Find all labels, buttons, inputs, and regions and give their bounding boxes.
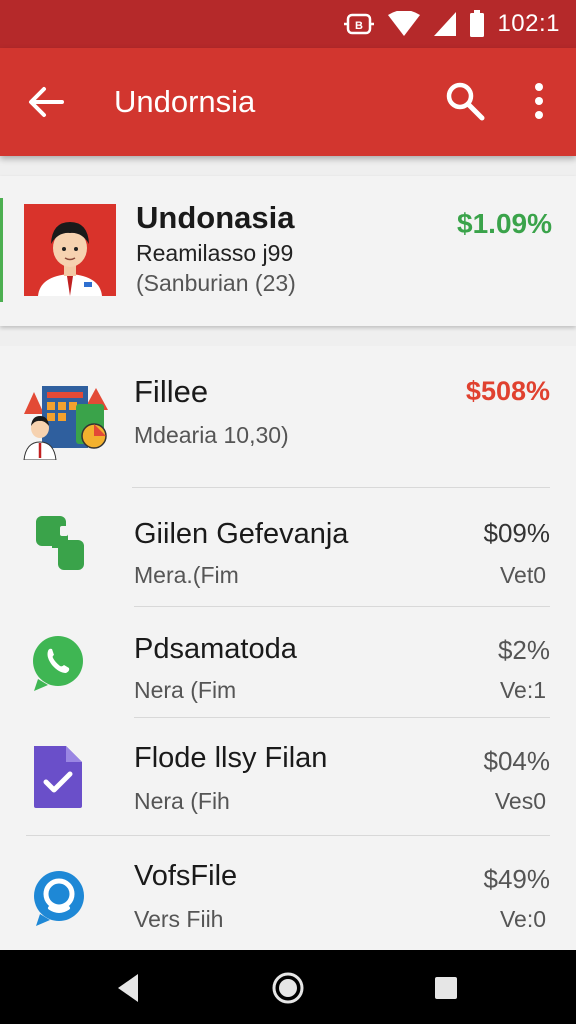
item-price: $508% [465,376,550,406]
list-item[interactable]: VofsFile Vers Fiih $49% Ve:0 [0,836,576,950]
back-triangle-icon[interactable] [110,970,146,1006]
item-title: Giilen Gefevanja [134,518,349,550]
signal-icon [434,12,457,36]
item-price: $2% [497,635,550,665]
featured-price: $1.09% [457,208,552,239]
list-item[interactable]: Pdsamatoda Nera (Fim $2% Ve:1 [0,607,576,717]
list-item[interactable]: Flode llsy Filan Nera (Fih $04% Ves0 [0,718,576,834]
whatsapp-icon [33,636,83,691]
featured-meta: (Sanburian (23) [136,270,296,296]
list-item[interactable]: Fillee Mdearia 10,30) $508% [0,346,576,486]
documents-person-icon [23,386,108,460]
avatar-icon [24,204,116,296]
recents-square-icon[interactable] [428,970,464,1006]
item-title: Flode llsy Filan [134,742,328,774]
item-price: $09% [483,518,551,548]
item-subtitle: Mdearia 10,30) [134,422,289,448]
status-icons: B 102:1 [343,0,560,48]
featured-card[interactable]: Undonasia Reamilasso j99 (Sanburian (23)… [0,176,576,326]
item-subtitle: Nera (Fih [134,788,230,814]
notification-icon: B [344,13,375,35]
home-circle-icon[interactable] [270,970,306,1006]
item-list: Fillee Mdearia 10,30) $508% Giilen Gefev… [0,346,576,950]
item-title: Pdsamatoda [134,633,297,665]
battery-icon [470,10,485,37]
wifi-icon [388,11,421,36]
green-puzzle-icon [36,516,84,570]
blue-chat-icon [34,871,84,926]
featured-name: Undonasia [136,200,295,235]
item-title: Fillee [134,374,209,409]
item-value: Ve:0 [499,906,546,932]
status-bar: B 102:1 [0,0,576,48]
item-subtitle: Mera.(Fim [134,562,239,588]
clock-time: 102:1 [497,10,560,37]
item-subtitle: Nera (Fim [134,677,237,703]
card-accent-edge [0,198,3,302]
back-arrow-icon[interactable] [24,80,68,124]
item-price: $49% [483,864,551,894]
more-options-icon[interactable] [520,78,558,124]
item-price: $04% [483,746,551,776]
svg-text:B: B [355,20,363,32]
item-title: VofsFile [134,860,238,892]
search-icon[interactable] [442,78,488,124]
page-title: Undornsia [114,84,256,119]
purple-file-check-icon [34,746,82,808]
item-value: Ve:1 [499,677,546,703]
item-value: Ves0 [494,788,546,814]
navigation-bar [0,950,576,1024]
app-bar: Undornsia [0,48,576,156]
item-subtitle: Vers Fiih [134,906,224,932]
list-item[interactable]: Giilen Gefevanja Mera.(Fim $09% Vet0 [0,488,576,606]
item-value: Vet0 [499,562,546,588]
featured-detail: Reamilasso j99 [136,240,294,266]
